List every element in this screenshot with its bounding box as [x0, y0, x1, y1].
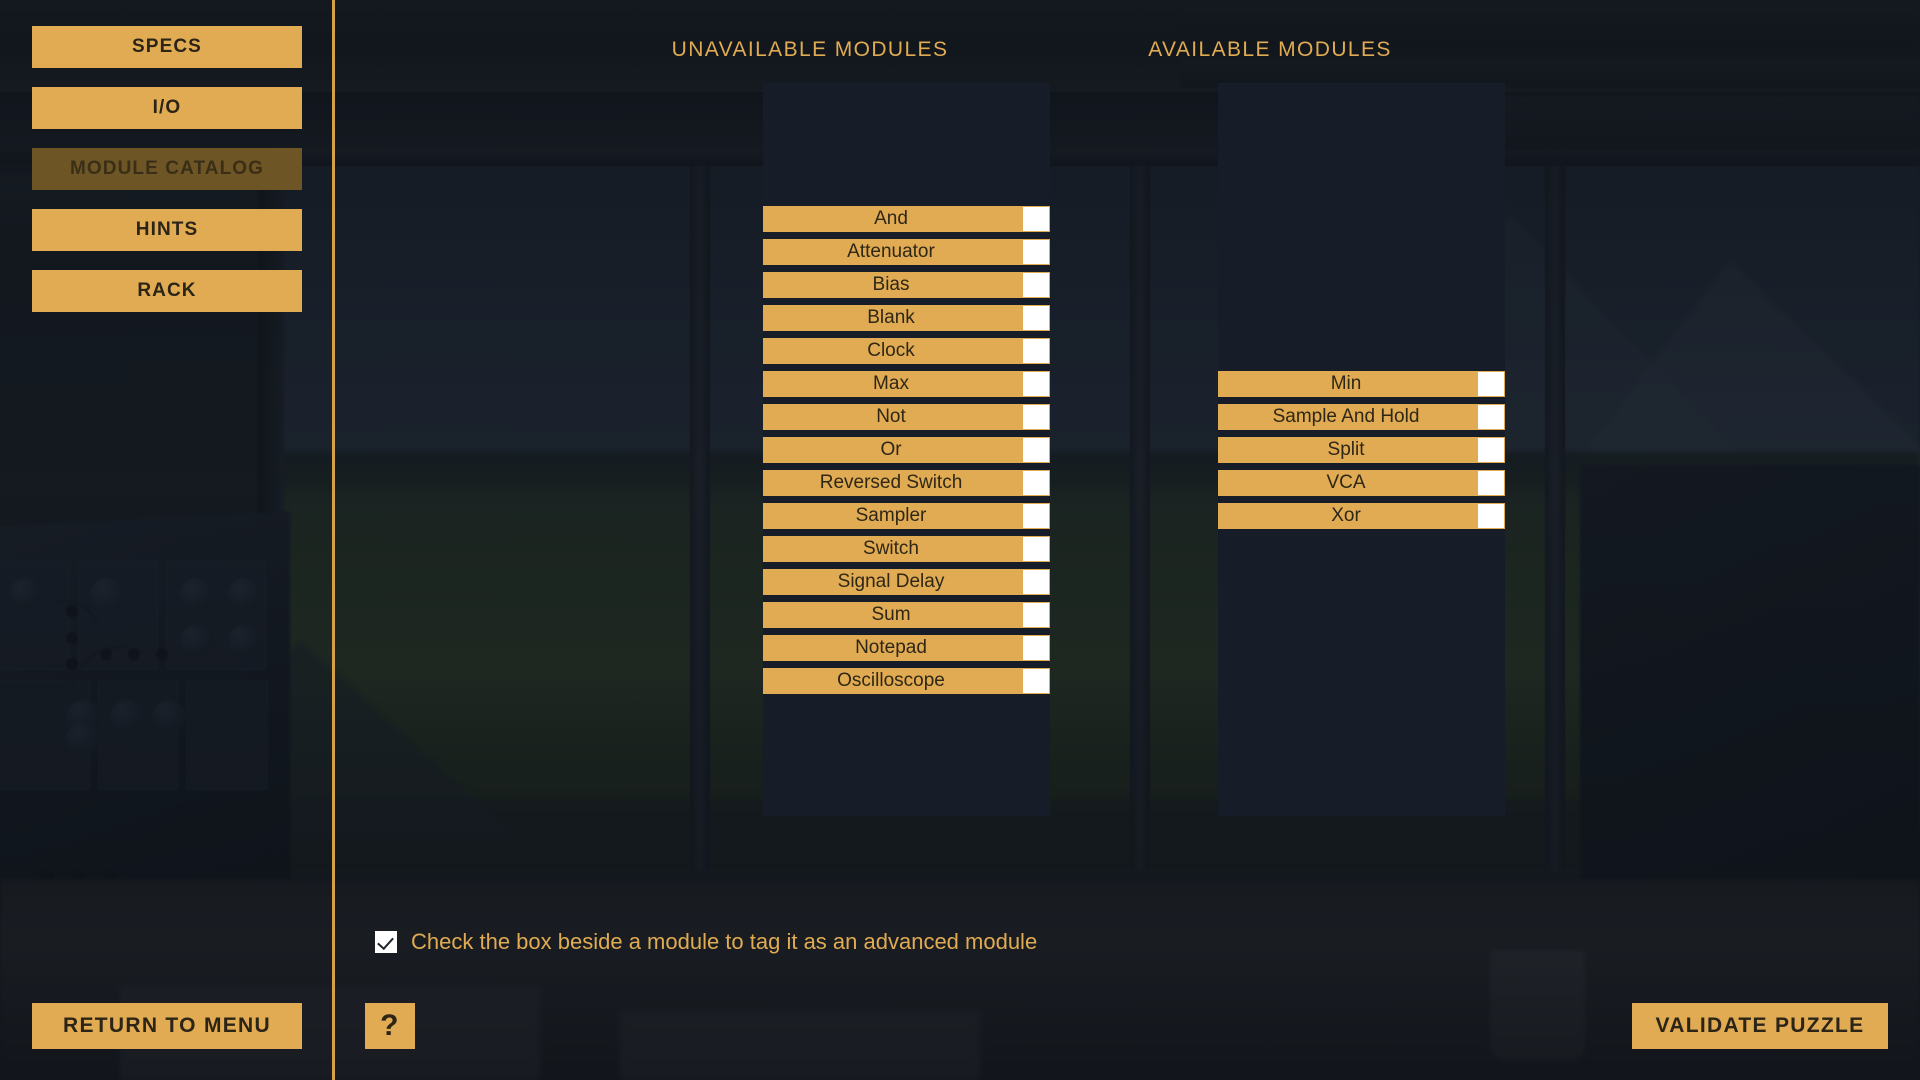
- module-label: Split: [1327, 438, 1365, 460]
- advanced-module-checkbox[interactable]: [1023, 536, 1049, 561]
- advanced-module-hint-text: Check the box beside a module to tag it …: [411, 929, 1038, 954]
- module-label: And: [874, 207, 908, 229]
- advanced-module-checkbox[interactable]: [1023, 470, 1049, 495]
- advanced-module-checkbox[interactable]: [1478, 371, 1504, 396]
- module-row[interactable]: Attenuator: [763, 238, 1050, 265]
- module-label: Switch: [863, 537, 919, 559]
- help-button[interactable]: ?: [365, 1003, 415, 1049]
- advanced-module-checkbox[interactable]: [1023, 272, 1049, 297]
- module-row[interactable]: Bias: [763, 271, 1050, 298]
- module-label: Or: [880, 438, 902, 460]
- advanced-module-checkbox[interactable]: [1023, 206, 1049, 231]
- advanced-module-checkbox[interactable]: [1023, 635, 1049, 660]
- advanced-module-checkbox[interactable]: [1023, 569, 1049, 594]
- module-label: Oscilloscope: [837, 669, 945, 691]
- module-row[interactable]: Sum: [763, 601, 1050, 628]
- module-row[interactable]: Max: [763, 370, 1050, 397]
- advanced-module-checkbox[interactable]: [1023, 305, 1049, 330]
- module-row[interactable]: Xor: [1218, 502, 1505, 529]
- module-label: Blank: [867, 306, 915, 328]
- module-row[interactable]: VCA: [1218, 469, 1505, 496]
- sidebar-item-hints[interactable]: HINTS: [32, 209, 302, 251]
- advanced-module-checkbox[interactable]: [1023, 371, 1049, 396]
- module-row[interactable]: Oscilloscope: [763, 667, 1050, 694]
- available-modules-panel: Min Sample And Hold Split VCA Xor: [1218, 83, 1505, 816]
- module-row[interactable]: Clock: [763, 337, 1050, 364]
- module-row[interactable]: Signal Delay: [763, 568, 1050, 595]
- module-catalog-screen: SPECS I/O MODULE CATALOG HINTS RACK UNAVAILA…: [0, 0, 1920, 1080]
- advanced-module-checkbox[interactable]: [1023, 404, 1049, 429]
- module-label: Sampler: [855, 504, 927, 526]
- module-label: Signal Delay: [837, 570, 945, 592]
- module-label: Clock: [867, 339, 915, 361]
- module-label: Notepad: [855, 636, 927, 658]
- advanced-module-hint: Check the box beside a module to tag it …: [375, 929, 1037, 955]
- module-label: Max: [873, 372, 909, 394]
- module-row[interactable]: Not: [763, 403, 1050, 430]
- module-label: Reversed Switch: [819, 471, 963, 493]
- sidebar-item-io[interactable]: I/O: [32, 87, 302, 129]
- module-label: Xor: [1331, 504, 1361, 526]
- module-row[interactable]: Sample And Hold: [1218, 403, 1505, 430]
- sidebar-divider: [332, 0, 335, 1080]
- advanced-module-checkbox[interactable]: [1023, 437, 1049, 462]
- unavailable-modules-panel: And Attenuator Bias Blank Clock Max Not Or Rever…: [763, 83, 1050, 816]
- module-row[interactable]: Reversed Switch: [763, 469, 1050, 496]
- module-label: Min: [1330, 372, 1362, 394]
- module-row[interactable]: Or: [763, 436, 1050, 463]
- module-row[interactable]: Notepad: [763, 634, 1050, 661]
- available-modules-header: AVAILABLE MODULES: [1148, 38, 1392, 61]
- unavailable-modules-header: UNAVAILABLE MODULES: [671, 38, 949, 61]
- module-label: Sum: [871, 603, 911, 625]
- advanced-module-checkbox[interactable]: [1478, 437, 1504, 462]
- module-row[interactable]: Split: [1218, 436, 1505, 463]
- module-label: Bias: [872, 273, 910, 295]
- module-label: Not: [876, 405, 906, 427]
- advanced-module-checkbox[interactable]: [1023, 239, 1049, 264]
- module-label: VCA: [1326, 471, 1366, 493]
- advanced-module-checkbox[interactable]: [1023, 503, 1049, 528]
- advanced-module-checkbox[interactable]: [1478, 404, 1504, 429]
- return-to-menu-button[interactable]: RETURN TO MENU: [32, 1003, 302, 1049]
- module-row[interactable]: Switch: [763, 535, 1050, 562]
- module-row[interactable]: Sampler: [763, 502, 1050, 529]
- sidebar-item-module-catalog[interactable]: MODULE CATALOG: [32, 148, 302, 190]
- advanced-module-checkbox[interactable]: [1478, 503, 1504, 528]
- sidebar-item-rack[interactable]: RACK: [32, 270, 302, 312]
- module-row[interactable]: And: [763, 205, 1050, 232]
- sidebar-nav: SPECS I/O MODULE CATALOG HINTS RACK: [32, 26, 302, 331]
- module-row[interactable]: Min: [1218, 370, 1505, 397]
- module-row[interactable]: Blank: [763, 304, 1050, 331]
- sidebar-item-specs[interactable]: SPECS: [32, 26, 302, 68]
- advanced-module-checkbox[interactable]: [1023, 338, 1049, 363]
- module-label: Attenuator: [847, 240, 935, 262]
- advanced-module-checkbox[interactable]: [1023, 602, 1049, 627]
- advanced-module-checkbox[interactable]: [1478, 470, 1504, 495]
- validate-puzzle-button[interactable]: VALIDATE PUZZLE: [1632, 1003, 1888, 1049]
- advanced-module-checkbox[interactable]: [1023, 668, 1049, 693]
- advanced-module-checkbox[interactable]: [375, 931, 397, 953]
- module-label: Sample And Hold: [1272, 405, 1420, 427]
